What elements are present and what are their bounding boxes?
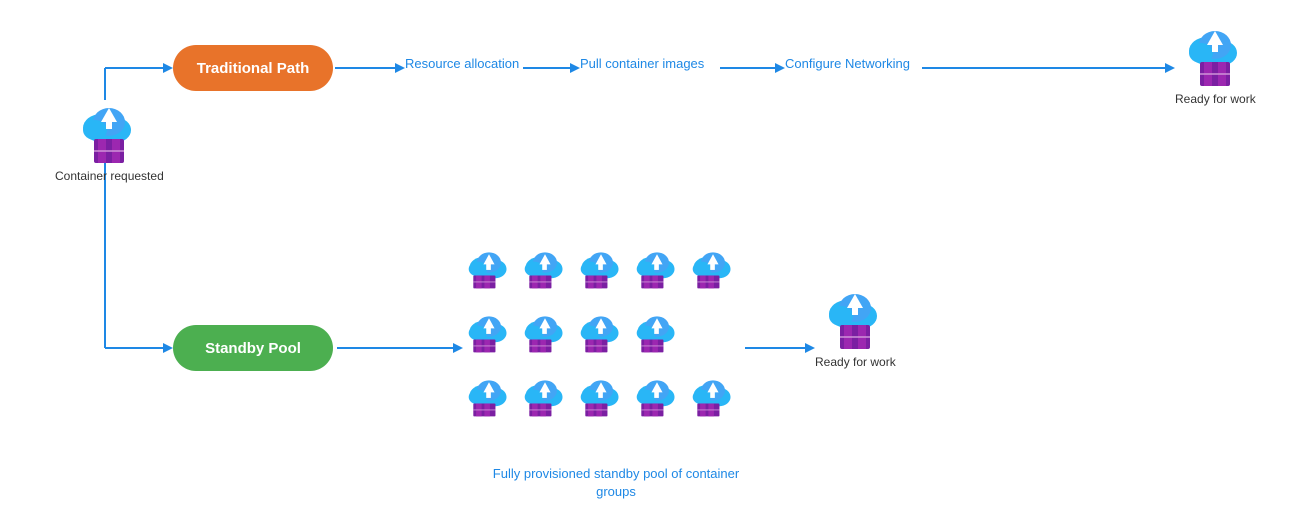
standby-pool-button[interactable]: Standby Pool <box>173 325 333 371</box>
ready-for-work-top-icon: Ready for work <box>1175 23 1256 108</box>
grid-icon-9 <box>631 309 683 369</box>
grid-icon-2 <box>519 245 571 305</box>
box-icon-top <box>1196 60 1234 88</box>
grid-icon-4 <box>631 245 683 305</box>
container-requested-icon: Container requested <box>55 100 164 185</box>
resource-allocation-label: Resource allocation <box>405 56 519 71</box>
grid-icon-10 <box>463 373 515 433</box>
ready-for-work-bottom-label: Ready for work <box>815 355 896 371</box>
grid-icon-1 <box>463 245 515 305</box>
diagram: { "title": "Container Provisioning Diagr… <box>0 0 1299 528</box>
container-icon-grid <box>463 245 739 433</box>
pull-container-images-label: Pull container images <box>580 56 704 71</box>
ready-for-work-bottom-icon: Ready for work <box>815 286 896 371</box>
configure-networking-label: Configure Networking <box>785 56 910 71</box>
grid-icon-5 <box>687 245 739 305</box>
grid-icon-8 <box>575 309 627 369</box>
box-icon-requested <box>90 137 128 165</box>
traditional-path-button[interactable]: Traditional Path <box>173 45 333 91</box>
grid-empty <box>687 309 735 369</box>
grid-icon-11 <box>519 373 571 433</box>
grid-icon-3 <box>575 245 627 305</box>
grid-icon-12 <box>575 373 627 433</box>
grid-icon-6 <box>463 309 515 369</box>
grid-icon-13 <box>631 373 683 433</box>
grid-icon-14 <box>687 373 739 433</box>
ready-for-work-top-label: Ready for work <box>1175 92 1256 108</box>
grid-icon-7 <box>519 309 571 369</box>
container-requested-label: Container requested <box>55 169 164 185</box>
box-icon-bottom <box>836 323 874 351</box>
fully-provisioned-caption: Fully provisioned standby pool of contai… <box>476 465 756 501</box>
